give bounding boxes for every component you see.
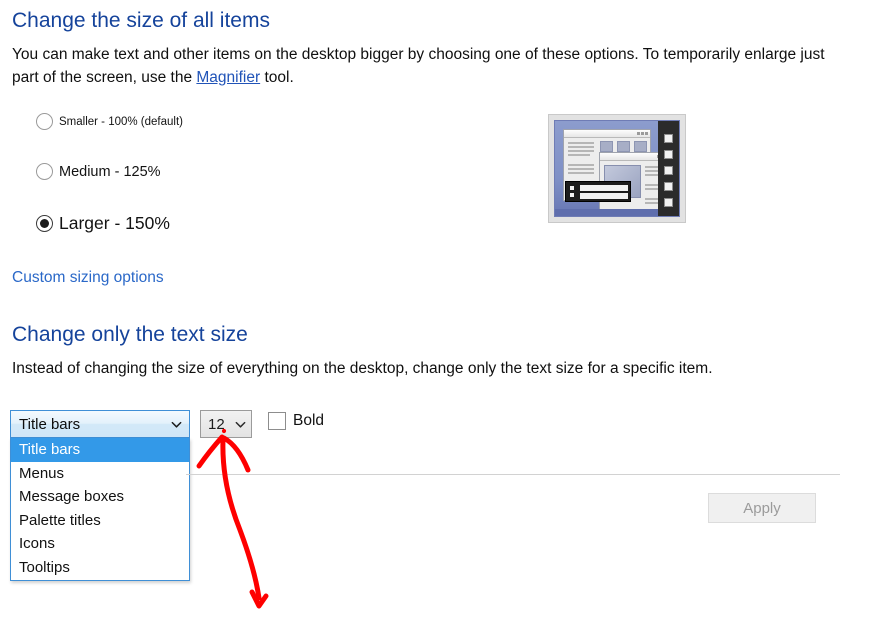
chevron-down-icon-size [235, 421, 246, 428]
preview-window-titlebar [564, 130, 650, 138]
radio-option-larger[interactable]: Larger - 150% [36, 213, 170, 234]
item-type-combobox-value: Title bars [19, 415, 81, 433]
horizontal-divider [186, 474, 840, 475]
radio-label-smaller: Smaller - 100% (default) [59, 115, 183, 128]
custom-sizing-options-link[interactable]: Custom sizing options [12, 268, 164, 288]
chevron-down-icon [171, 421, 182, 428]
display-scaling-preview-image [548, 114, 686, 223]
radio-option-smaller[interactable]: Smaller - 100% (default) [36, 113, 183, 130]
radio-icon-medium[interactable] [36, 163, 53, 180]
item-type-dropdown-list[interactable]: Title bars Menus Message boxes Palette t… [10, 438, 190, 581]
magnifier-link[interactable]: Magnifier [196, 69, 260, 86]
intro-paragraph: You can make text and other items on the… [12, 43, 842, 89]
item-type-combobox[interactable]: Title bars [10, 410, 190, 438]
display-settings-page: Change the size of all items You can mak… [0, 0, 880, 643]
page-title-change-size: Change the size of all items [12, 9, 270, 32]
dropdown-option-message-boxes[interactable]: Message boxes [11, 485, 189, 509]
intro-text-part2: tool. [260, 69, 294, 86]
dropdown-option-menus[interactable]: Menus [11, 462, 189, 486]
intro-text-part1: You can make text and other items on the… [12, 46, 825, 86]
radio-icon-larger[interactable] [36, 215, 53, 232]
preview-desktop-strip [555, 209, 658, 216]
font-size-combobox-value: 12 [208, 415, 225, 433]
dropdown-option-tooltips[interactable]: Tooltips [11, 556, 189, 580]
radio-option-medium[interactable]: Medium - 125% [36, 163, 161, 180]
font-size-combobox[interactable]: 12 [200, 410, 252, 438]
preview-screen [554, 120, 680, 217]
text-size-paragraph: Instead of changing the size of everythi… [12, 360, 713, 377]
radio-label-medium: Medium - 125% [59, 163, 161, 180]
apply-button[interactable]: Apply [708, 493, 816, 523]
dropdown-option-title-bars[interactable]: Title bars [11, 438, 189, 462]
radio-icon-smaller[interactable] [36, 113, 53, 130]
dropdown-option-palette-titles[interactable]: Palette titles [11, 509, 189, 533]
bold-checkbox-label: Bold [293, 412, 325, 429]
radio-label-larger: Larger - 150% [59, 213, 170, 233]
section-title-change-text-size: Change only the text size [12, 323, 248, 346]
bold-checkbox-box-icon[interactable] [268, 412, 286, 430]
preview-taskbar [565, 181, 631, 202]
window-controls-icon [637, 131, 648, 135]
bold-checkbox[interactable]: Bold [268, 412, 324, 430]
dropdown-option-icons[interactable]: Icons [11, 532, 189, 556]
preview-charms-bar [658, 121, 679, 216]
